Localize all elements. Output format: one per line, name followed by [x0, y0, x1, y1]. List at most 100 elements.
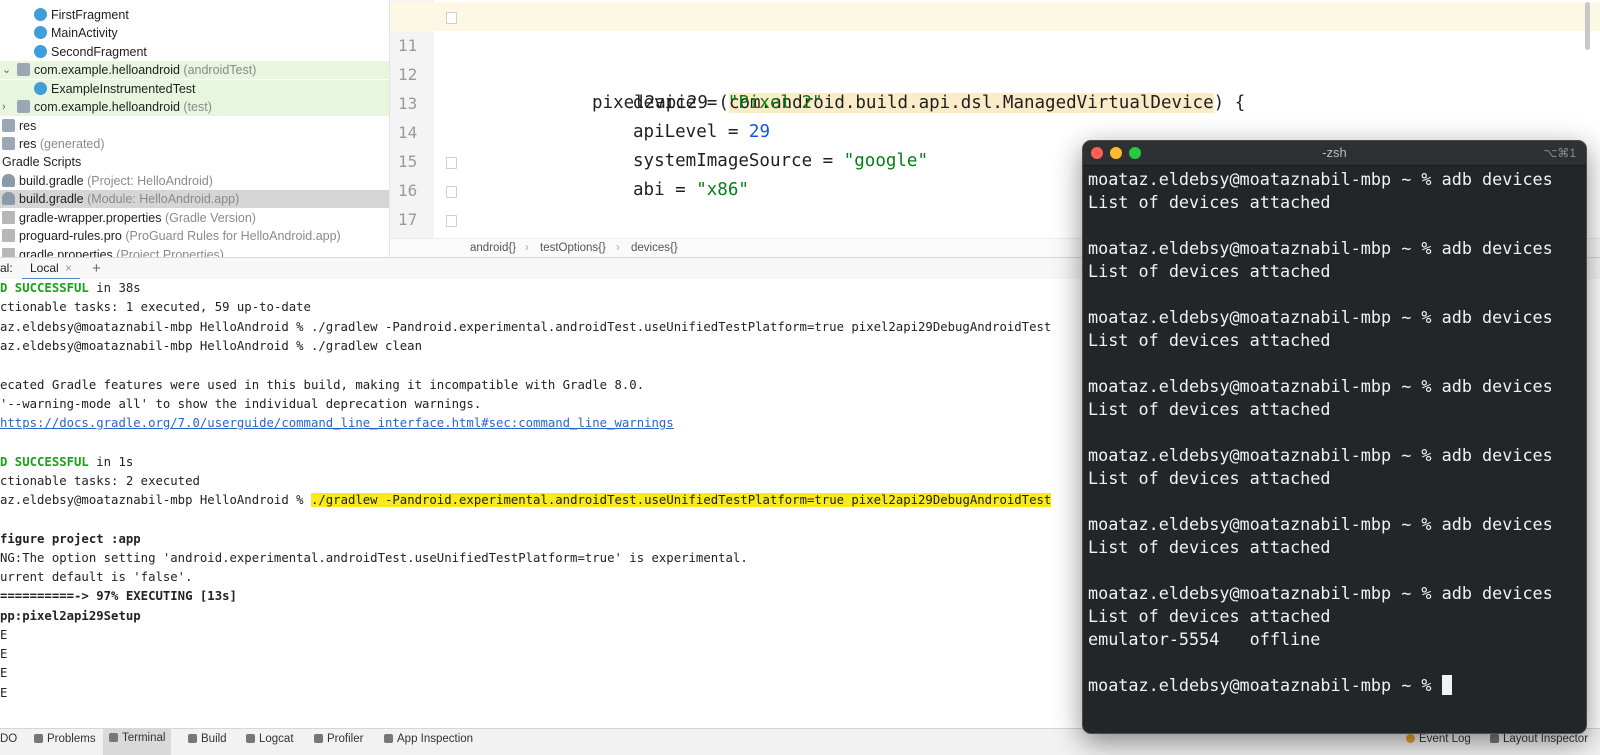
- breadcrumb-test-options[interactable]: testOptions{}: [540, 239, 606, 257]
- fold-marker-icon[interactable]: [446, 157, 457, 169]
- gradle-icon: [2, 174, 15, 187]
- layout-inspector-icon: [1490, 734, 1499, 743]
- class-icon: [34, 45, 47, 58]
- layout-inspector-button[interactable]: Layout Inspector: [1490, 733, 1588, 745]
- terminal-line: D SUCCESSFUL in 1s: [0, 455, 134, 469]
- tree-item-first-fragment[interactable]: FirstFragment: [0, 6, 389, 24]
- terminal-button[interactable]: Terminal: [103, 729, 172, 755]
- tree-item-gradle-scripts[interactable]: Gradle Scripts: [0, 153, 389, 171]
- terminal-line: NG:The option setting 'android.experimen…: [0, 551, 748, 565]
- close-icon[interactable]: ×: [65, 261, 72, 275]
- terminal-line: pp:pixel2api29Setup: [0, 609, 141, 623]
- build-icon: [188, 734, 197, 743]
- tree-item-res[interactable]: res: [0, 117, 389, 135]
- prompt-line: moataz.eldebsy@moataznabil-mbp ~ % adb d…: [1088, 307, 1553, 327]
- output-line: List of devices attached: [1088, 468, 1331, 488]
- prompt-line: moataz.eldebsy@moataznabil-mbp ~ % adb d…: [1088, 445, 1553, 465]
- tab-local[interactable]: Local ×: [22, 258, 81, 280]
- highlighted-command: ./gradlew -Pandroid.experimental.android…: [310, 493, 1052, 507]
- add-tab-button[interactable]: +: [92, 258, 101, 279]
- profiler-icon: [314, 734, 323, 743]
- output-line: List of devices attached: [1088, 330, 1331, 350]
- tree-item-build-gradle-project[interactable]: build.gradle (Project: HelloAndroid): [0, 172, 389, 190]
- project-tree: FirstFragment MainActivity SecondFragmen…: [0, 0, 390, 257]
- package-icon: [17, 100, 30, 113]
- tree-item-second-fragment[interactable]: SecondFragment: [0, 43, 389, 61]
- breadcrumb-separator-icon: ›: [616, 242, 620, 254]
- code-line[interactable]: 12 device = "Pixel 2": [390, 31, 1600, 113]
- tree-item-gradle-properties[interactable]: gradle.properties (Project Properties): [0, 246, 389, 257]
- device-line: emulator-5554 offline: [1088, 629, 1321, 649]
- output-line: List of devices attached: [1088, 606, 1331, 626]
- tree-item-res-generated[interactable]: res (generated): [0, 135, 389, 153]
- tree-item-build-gradle-module[interactable]: build.gradle (Module: HelloAndroid.app): [0, 190, 389, 208]
- event-log-button[interactable]: Event Log: [1406, 733, 1471, 745]
- terminal-line: E: [0, 686, 8, 700]
- window-shortcut: ⌥⌘1: [1543, 146, 1576, 160]
- terminal-line: D SUCCESSFUL in 38s: [0, 281, 141, 295]
- terminal-line: az.eldebsy@moataznabil-mbp HelloAndroid …: [0, 339, 422, 353]
- terminal-line: figure project :app: [0, 532, 141, 546]
- chevron-down-icon[interactable]: ⌄: [2, 61, 11, 79]
- tree-item-test-package[interactable]: › com.example.helloandroid (test): [0, 98, 389, 116]
- tree-item-android-test-package[interactable]: ⌄ com.example.helloandroid (androidTest): [0, 61, 389, 79]
- app-inspection-button[interactable]: App Inspection: [384, 733, 473, 745]
- fold-marker-icon[interactable]: [446, 12, 457, 24]
- terminal-line: ctionable tasks: 1 executed, 59 up-to-da…: [0, 300, 311, 314]
- class-icon: [34, 82, 47, 95]
- tree-item-proguard-rules[interactable]: proguard-rules.pro (ProGuard Rules for H…: [0, 227, 389, 245]
- breadcrumb-separator-icon: ›: [525, 242, 529, 254]
- properties-file-icon: [2, 248, 15, 257]
- output-line: List of devices attached: [1088, 261, 1331, 281]
- output-line: List of devices attached: [1088, 537, 1331, 557]
- terminal-line: ctionable tasks: 2 executed: [0, 474, 200, 488]
- properties-file-icon: [2, 211, 15, 224]
- code-line[interactable]: 14 systemImageSource = "google": [390, 89, 1600, 171]
- class-icon: [34, 26, 47, 39]
- fold-marker-icon[interactable]: [446, 215, 457, 227]
- breadcrumb-devices[interactable]: devices{}: [631, 239, 678, 257]
- logcat-button[interactable]: Logcat: [246, 733, 294, 745]
- output-line: List of devices attached: [1088, 399, 1331, 419]
- progress-line: ==========-> 97% EXECUTING [13s]: [0, 589, 237, 603]
- logcat-icon: [246, 734, 255, 743]
- prompt-line: moataz.eldebsy@moataznabil-mbp ~ % adb d…: [1088, 238, 1553, 258]
- tree-item-main-activity[interactable]: MainActivity: [0, 24, 389, 42]
- build-button[interactable]: Build: [188, 733, 227, 745]
- chevron-right-icon[interactable]: ›: [2, 98, 6, 116]
- macos-terminal-window[interactable]: -zsh ⌥⌘1 moataz.eldebsy@moataznabil-mbp …: [1082, 140, 1587, 734]
- docs-link[interactable]: https://docs.gradle.org/7.0/userguide/co…: [0, 414, 674, 433]
- terminal-line: ecated Gradle features were used in this…: [0, 378, 645, 392]
- terminal-command-line: az.eldebsy@moataznabil-mbp HelloAndroid …: [0, 493, 1052, 507]
- terminal-line: urrent default is 'false'.: [0, 570, 193, 584]
- terminal-window-title: -zsh: [1322, 145, 1347, 160]
- fold-marker-icon[interactable]: [446, 186, 457, 198]
- folder-icon: [2, 137, 15, 150]
- problems-icon: [34, 734, 43, 743]
- terminal-line: az.eldebsy@moataznabil-mbp HelloAndroid …: [0, 320, 1052, 334]
- problems-button[interactable]: Problems: [34, 733, 96, 745]
- prompt-line: moataz.eldebsy@moataznabil-mbp ~ % adb d…: [1088, 583, 1553, 603]
- prompt-line: moataz.eldebsy@moataznabil-mbp ~ % adb d…: [1088, 169, 1553, 189]
- terminal-titlebar[interactable]: -zsh ⌥⌘1: [1083, 141, 1586, 166]
- gradle-icon: [2, 192, 15, 205]
- code-line[interactable]: 11 pixel2api29 (com.android.build.api.ds…: [390, 2, 1600, 113]
- package-icon: [17, 63, 30, 76]
- todo-button[interactable]: DO: [0, 733, 17, 745]
- folder-icon: [2, 119, 15, 132]
- file-icon: [2, 229, 15, 242]
- tree-item-example-instrumented-test[interactable]: ExampleInstrumentedTest: [0, 80, 389, 98]
- text-cursor: [1441, 675, 1452, 695]
- code-line[interactable]: 13 apiLevel = 29: [390, 60, 1600, 142]
- class-icon: [34, 8, 47, 21]
- active-prompt-line[interactable]: moataz.eldebsy@moataznabil-mbp ~ %: [1088, 674, 1452, 697]
- output-line: List of devices attached: [1088, 192, 1331, 212]
- tree-item-gradle-wrapper-properties[interactable]: gradle-wrapper.properties (Gradle Versio…: [0, 209, 389, 227]
- terminal-line: '--warning-mode all' to show the individ…: [0, 397, 482, 411]
- event-log-icon: [1406, 734, 1415, 743]
- terminal-line: E: [0, 647, 8, 661]
- breadcrumb-android[interactable]: android{}: [470, 239, 516, 257]
- prompt-line: moataz.eldebsy@moataznabil-mbp ~ % adb d…: [1088, 514, 1553, 534]
- editor-scrollbar[interactable]: [1585, 2, 1590, 50]
- profiler-button[interactable]: Profiler: [314, 733, 363, 745]
